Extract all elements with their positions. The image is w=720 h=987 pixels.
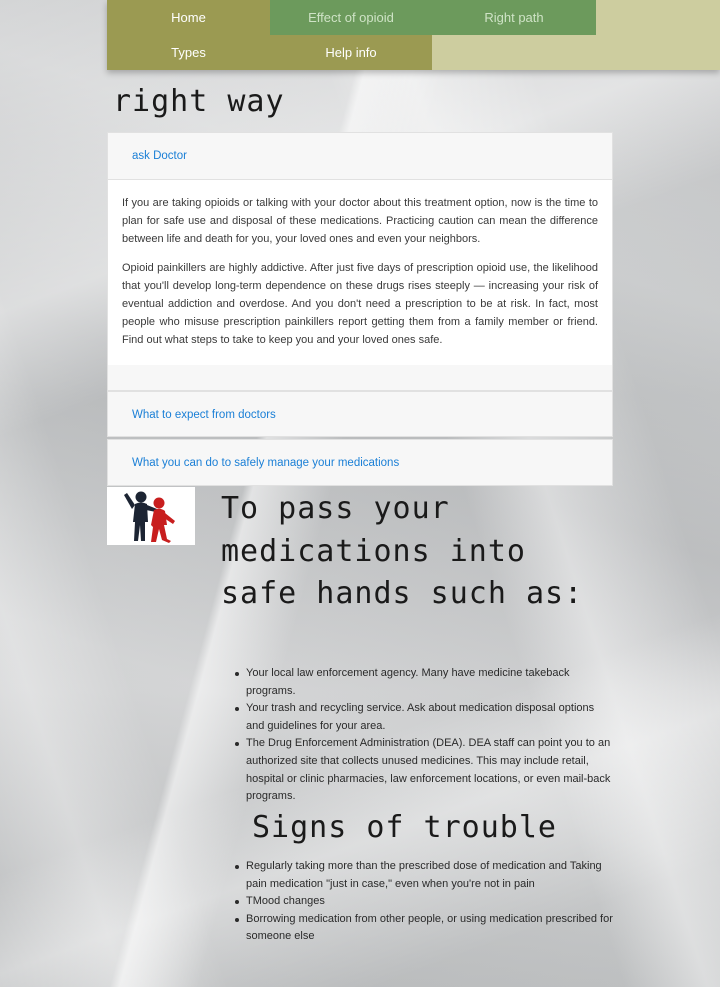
accordion-manage: What you can do to safely manage your me… bbox=[107, 439, 613, 486]
accordion-header-manage[interactable]: What you can do to safely manage your me… bbox=[108, 440, 612, 485]
signs-list: Regularly taking more than the prescribe… bbox=[235, 858, 615, 946]
helping-figures-image bbox=[107, 487, 195, 545]
list-item: Your local law enforcement agency. Many … bbox=[235, 665, 615, 700]
list-item: The Drug Enforcement Administration (DEA… bbox=[235, 735, 615, 805]
list-item: Your trash and recycling service. Ask ab… bbox=[235, 700, 615, 735]
accordion-body: If you are taking opioids or talking wit… bbox=[108, 179, 612, 365]
nav-right-path[interactable]: Right path bbox=[432, 0, 596, 35]
list-item: Borrowing medication from other people, … bbox=[235, 911, 615, 946]
list-item: Regularly taking more than the prescribe… bbox=[235, 858, 615, 893]
accordion-title[interactable]: What you can do to safely manage your me… bbox=[132, 457, 399, 469]
accordion-expect: What to expect from doctors bbox=[107, 391, 613, 437]
accordion-ask-doctor: ask Doctor If you are taking opioids or … bbox=[107, 132, 613, 391]
signs-of-trouble-heading: Signs of trouble bbox=[252, 810, 557, 845]
top-navbar: Home Effect of opioid Right path Types H… bbox=[107, 0, 720, 70]
nav-types[interactable]: Types bbox=[107, 35, 270, 70]
accordion-title[interactable]: What to expect from doctors bbox=[132, 409, 276, 421]
accordion-title[interactable]: ask Doctor bbox=[132, 150, 187, 162]
paragraph: Opioid painkillers are highly addictive.… bbox=[122, 262, 598, 346]
accordion-header-expect[interactable]: What to expect from doctors bbox=[108, 392, 612, 438]
list-item: TMood changes bbox=[235, 893, 615, 911]
accordion-header-ask-doctor[interactable]: ask Doctor bbox=[108, 133, 612, 179]
paragraph: If you are taking opioids or talking wit… bbox=[122, 197, 598, 245]
nav-home[interactable]: Home bbox=[107, 0, 270, 35]
disposal-options-list: Your local law enforcement agency. Many … bbox=[235, 665, 615, 806]
nav-effect-of-opioid[interactable]: Effect of opioid bbox=[270, 0, 432, 35]
nav-help-info[interactable]: Help info bbox=[270, 35, 432, 70]
pass-medications-heading: To pass your medications into safe hands… bbox=[221, 491, 584, 611]
section-heading: right way bbox=[113, 84, 285, 119]
